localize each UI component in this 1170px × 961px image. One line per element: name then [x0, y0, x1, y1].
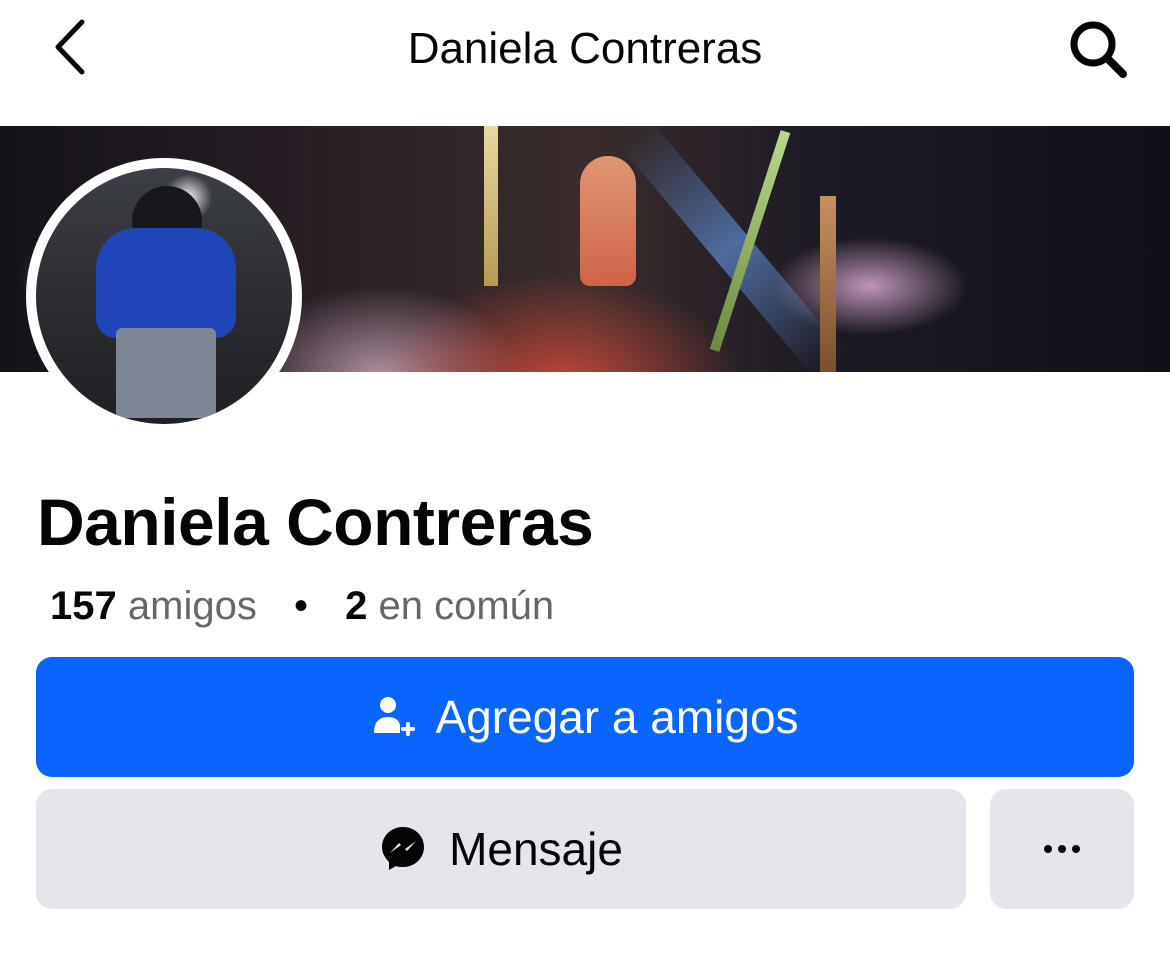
mutual-count: 2 [345, 584, 368, 628]
search-button[interactable] [1060, 16, 1136, 86]
search-icon [1067, 18, 1129, 85]
cover-figure [580, 156, 636, 286]
cover-light-beam [620, 126, 844, 372]
avatar[interactable] [26, 158, 302, 434]
profile-name: Daniela Contreras [37, 485, 594, 559]
add-friend-button[interactable]: Agregar a amigos [36, 657, 1134, 777]
cover-stand [820, 196, 836, 372]
page-title: Daniela Contreras [407, 24, 763, 73]
avatar-top [96, 228, 236, 338]
avatar-photo [36, 168, 292, 424]
cover-candle [484, 126, 498, 286]
add-friend-icon [371, 693, 417, 742]
add-friend-label: Agregar a amigos [435, 691, 799, 743]
message-button[interactable]: Mensaje [36, 789, 966, 909]
message-label: Mensaje [449, 823, 623, 875]
mutual-label: en común [378, 584, 555, 628]
more-dots-icon [1044, 845, 1080, 853]
chevron-left-icon [52, 18, 88, 81]
stats-separator: • [293, 584, 308, 628]
friends-label: amigos [127, 584, 257, 628]
friends-count: 157 [50, 584, 117, 628]
more-options-button[interactable] [990, 789, 1134, 909]
avatar-skirt [116, 328, 216, 418]
messenger-icon [379, 824, 427, 875]
top-navigation-bar: Daniela Contreras [0, 0, 1170, 100]
friend-stats[interactable]: 157 amigos • 2 en común [50, 581, 554, 631]
back-button[interactable] [40, 14, 100, 84]
